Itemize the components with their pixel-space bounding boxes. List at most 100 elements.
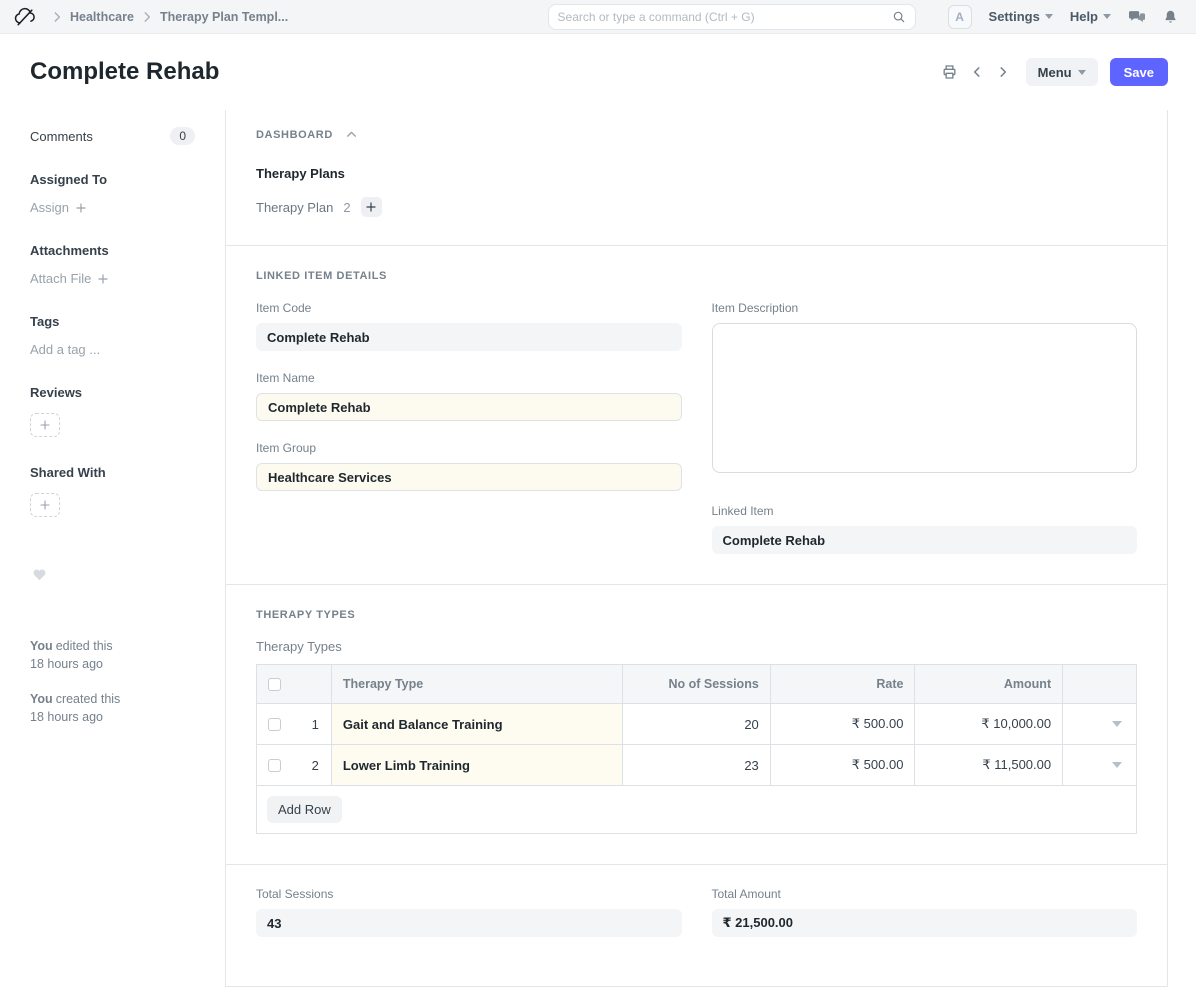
amount-cell[interactable]: ₹ 11,500.00 <box>915 745 1063 785</box>
chevron-down-icon <box>1045 14 1053 19</box>
activity-user: You <box>30 639 53 653</box>
item-group-label: Item Group <box>256 441 682 455</box>
user-avatar[interactable]: A <box>948 5 972 29</box>
tags-section: Tags Add a tag ... <box>30 314 195 357</box>
breadcrumb-chevron-icon <box>50 10 64 24</box>
settings-label: Settings <box>989 9 1040 24</box>
col-no-of-sessions: No of Sessions <box>623 665 771 703</box>
activity-entry: Youedited this 18 hours ago <box>30 638 195 673</box>
new-therapy-plan-button[interactable] <box>361 197 382 217</box>
plus-icon <box>75 202 87 214</box>
save-button[interactable]: Save <box>1110 58 1168 86</box>
print-icon[interactable] <box>941 64 958 80</box>
row-expand-caret-icon[interactable] <box>1112 762 1122 768</box>
item-code-value: Complete Rehab <box>256 323 682 351</box>
form-sidebar: Comments 0 Assigned To Assign Attachment… <box>0 110 225 987</box>
dashboard-section: DASHBOARD Therapy Plans Therapy Plan 2 <box>226 110 1167 246</box>
therapy-type-cell[interactable]: Lower Limb Training <box>332 745 623 785</box>
page-head: Complete Rehab Menu Save <box>0 34 1196 110</box>
therapy-plan-link[interactable]: Therapy Plan <box>256 200 333 215</box>
search-icon <box>892 10 906 24</box>
add-review-button[interactable] <box>30 413 60 437</box>
therapy-types-field-label: Therapy Types <box>256 639 1137 654</box>
col-therapy-type: Therapy Type <box>332 665 623 703</box>
select-all-checkbox[interactable] <box>268 678 281 691</box>
table-header-row: Therapy Type No of Sessions Rate Amount <box>257 665 1136 704</box>
collapse-chevron-up-icon[interactable] <box>345 128 358 141</box>
therapy-plans-heading: Therapy Plans <box>256 166 1137 181</box>
linked-item-value: Complete Rehab <box>712 526 1138 554</box>
add-row-button[interactable]: Add Row <box>267 796 342 823</box>
breadcrumb-healthcare[interactable]: Healthcare <box>70 10 134 24</box>
help-label: Help <box>1070 9 1098 24</box>
search-input[interactable] <box>558 10 892 24</box>
linked-item-field: Linked Item Complete Rehab <box>712 504 1138 554</box>
item-group-field: Item Group Healthcare Services <box>256 441 682 491</box>
rate-cell[interactable]: ₹ 500.00 <box>771 745 916 785</box>
prev-document-icon[interactable] <box>970 65 984 79</box>
activity-time: 18 hours ago <box>30 656 195 674</box>
form-body: DASHBOARD Therapy Plans Therapy Plan 2 L… <box>225 110 1168 987</box>
item-description-label: Item Description <box>712 301 1138 315</box>
linked-item-section-label: LINKED ITEM DETAILS <box>256 270 387 282</box>
app-logo-icon[interactable] <box>14 6 38 28</box>
global-search[interactable] <box>548 4 916 30</box>
total-amount-value: ₹ 21,500.00 <box>712 909 1138 937</box>
chat-icon[interactable] <box>1128 9 1146 25</box>
assign-button[interactable]: Assign <box>30 200 195 215</box>
activity-action: edited this <box>56 639 113 653</box>
add-share-button[interactable] <box>30 493 60 517</box>
settings-menu[interactable]: Settings <box>989 9 1053 24</box>
attach-file-label: Attach File <box>30 271 91 286</box>
row-checkbox[interactable] <box>268 718 281 731</box>
navbar-right: A Settings Help <box>948 5 1178 29</box>
sessions-cell[interactable]: 23 <box>623 745 771 785</box>
assigned-to-section: Assigned To Assign <box>30 172 195 215</box>
linked-item-left-column: Item Code Complete Rehab Item Name Compl… <box>256 301 682 554</box>
like-heart-icon[interactable] <box>32 567 47 581</box>
comments-section[interactable]: Comments 0 <box>30 127 195 145</box>
total-sessions-field: Total Sessions 43 <box>256 887 682 937</box>
item-name-label: Item Name <box>256 371 682 385</box>
comments-count-badge: 0 <box>170 127 195 145</box>
chevron-down-icon <box>1103 14 1111 19</box>
table-row: 1 Gait and Balance Training 20 ₹ 500.00 … <box>257 704 1136 745</box>
item-description-input[interactable] <box>712 323 1138 473</box>
table-footer: Add Row <box>257 786 1136 833</box>
col-amount: Amount <box>915 665 1063 703</box>
item-name-field: Item Name Complete Rehab <box>256 371 682 421</box>
rate-cell[interactable]: ₹ 500.00 <box>771 704 916 744</box>
activity-entry: Youcreated this 18 hours ago <box>30 691 195 726</box>
total-sessions-label: Total Sessions <box>256 887 682 901</box>
amount-cell[interactable]: ₹ 10,000.00 <box>915 704 1063 744</box>
page-title: Complete Rehab <box>30 58 219 86</box>
tags-label: Tags <box>30 314 195 329</box>
item-group-input[interactable]: Healthcare Services <box>256 463 682 491</box>
activity-user: You <box>30 692 53 706</box>
plus-icon <box>365 201 377 213</box>
attachments-label: Attachments <box>30 243 195 258</box>
help-menu[interactable]: Help <box>1070 9 1111 24</box>
reviews-section: Reviews <box>30 385 195 437</box>
menu-label: Menu <box>1038 65 1072 80</box>
item-name-input[interactable]: Complete Rehab <box>256 393 682 421</box>
reviews-label: Reviews <box>30 385 195 400</box>
menu-button[interactable]: Menu <box>1026 58 1098 86</box>
sessions-cell[interactable]: 20 <box>623 704 771 744</box>
next-document-icon[interactable] <box>996 65 1010 79</box>
col-actions <box>1063 665 1136 703</box>
notifications-bell-icon[interactable] <box>1163 9 1178 25</box>
row-checkbox[interactable] <box>268 759 281 772</box>
page-actions: Menu Save <box>941 58 1168 86</box>
therapy-type-cell[interactable]: Gait and Balance Training <box>332 704 623 744</box>
attach-file-button[interactable]: Attach File <box>30 271 195 286</box>
therapy-types-section: THERAPY TYPES Therapy Types Therapy Type… <box>226 585 1167 865</box>
item-code-field: Item Code Complete Rehab <box>256 301 682 351</box>
row-index: 2 <box>312 758 319 773</box>
row-expand-caret-icon[interactable] <box>1112 721 1122 727</box>
plus-icon <box>39 419 51 431</box>
add-tag-input[interactable]: Add a tag ... <box>30 342 195 357</box>
breadcrumb-therapy-plan-template[interactable]: Therapy Plan Templ... <box>160 10 288 24</box>
therapy-plan-count: 2 <box>343 200 350 215</box>
activity-time: 18 hours ago <box>30 709 195 727</box>
